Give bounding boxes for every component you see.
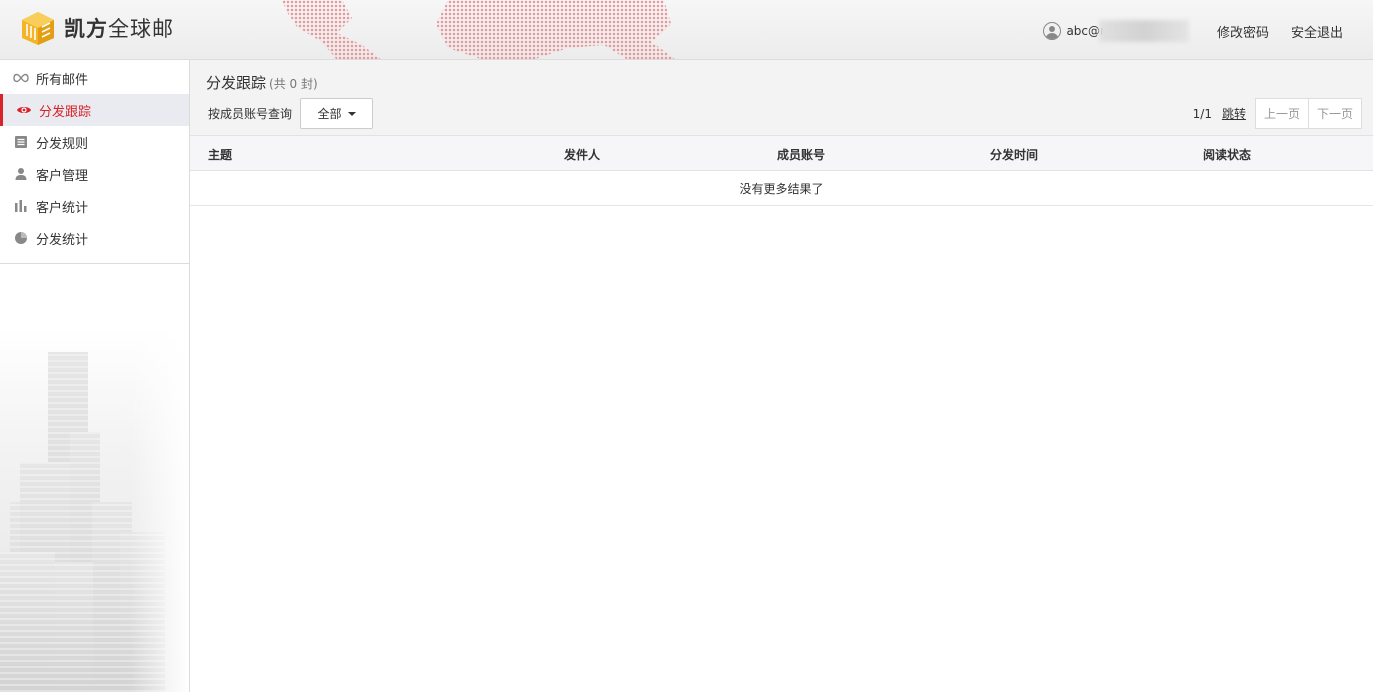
- column-header-dispatch-time[interactable]: 分发时间: [990, 146, 1038, 163]
- caret-down-icon: [347, 111, 356, 116]
- logout-link[interactable]: 安全退出: [1291, 22, 1343, 41]
- sidebar-item-customer-management[interactable]: 客户管理: [0, 158, 189, 190]
- sidebar: 所有邮件 分发跟踪 分发规则 客户管理 客户统计 分发统计: [0, 60, 190, 692]
- column-header-member-account[interactable]: 成员账号: [777, 146, 825, 163]
- user-icon: [13, 166, 29, 182]
- bar-chart-icon: [13, 198, 29, 214]
- prev-page-button[interactable]: 上一页: [1254, 98, 1309, 129]
- sidebar-item-label: 所有邮件: [36, 72, 89, 88]
- sidebar-menu: 所有邮件 分发跟踪 分发规则 客户管理 客户统计 分发统计: [0, 60, 189, 264]
- city-skyline-background: [0, 262, 189, 692]
- mail-count: (共 0 封): [269, 77, 318, 91]
- main-panel: 分发跟踪 (共 0 封) 按成员账号查询 全部 1/1 跳转 上一页 下一页 主题…: [190, 60, 1373, 692]
- pie-chart-icon: [13, 230, 29, 246]
- logo[interactable]: 凯方全球邮: [20, 10, 174, 46]
- user-avatar-icon: [1043, 22, 1062, 40]
- list-icon: [13, 134, 29, 150]
- sidebar-item-dispatch-rules[interactable]: 分发规则: [0, 126, 189, 158]
- filter-label: 按成员账号查询: [208, 107, 293, 121]
- sidebar-item-all-mail[interactable]: 所有邮件: [0, 62, 189, 94]
- column-header-subject[interactable]: 主题: [208, 146, 232, 163]
- pagination: 1/1 跳转 上一页 下一页: [1193, 98, 1362, 129]
- sidebar-item-label: 客户统计: [36, 200, 89, 216]
- logo-cube-icon: [20, 10, 56, 46]
- top-header: 凯方全球邮 abc@r 修改密码 安全退出: [0, 0, 1373, 60]
- change-password-link[interactable]: 修改密码: [1217, 22, 1269, 41]
- user-area: abc@r 修改密码 安全退出: [1043, 20, 1373, 42]
- sidebar-item-dispatch-tracking[interactable]: 分发跟踪: [0, 94, 189, 126]
- column-header-sender[interactable]: 发件人: [564, 146, 600, 163]
- world-map-decoration: [282, 0, 382, 59]
- page-title: 分发跟踪 (共 0 封): [206, 74, 318, 92]
- jump-link[interactable]: 跳转: [1222, 105, 1246, 122]
- redacted-email-blur: [1098, 20, 1189, 42]
- sidebar-item-label: 分发规则: [36, 136, 89, 152]
- empty-result-text: 没有更多结果了: [739, 181, 824, 196]
- sidebar-item-label: 分发跟踪: [39, 104, 92, 120]
- table-header: 主题 发件人 成员账号 分发时间 阅读状态: [190, 136, 1373, 171]
- member-account-select-value: 全部: [317, 107, 342, 121]
- next-page-button[interactable]: 下一页: [1308, 98, 1362, 129]
- eye-icon: [16, 102, 32, 118]
- infinity-icon: [13, 70, 29, 86]
- toolbar: 分发跟踪 (共 0 封) 按成员账号查询 全部 1/1 跳转 上一页 下一页: [190, 60, 1373, 136]
- world-map-decoration: [436, 0, 676, 59]
- empty-result-row: 没有更多结果了: [190, 171, 1373, 206]
- sidebar-item-dispatch-stats[interactable]: 分发统计: [0, 222, 189, 254]
- sidebar-item-label: 客户管理: [36, 168, 89, 184]
- sidebar-item-customer-stats[interactable]: 客户统计: [0, 190, 189, 222]
- sidebar-item-label: 分发统计: [36, 232, 89, 248]
- page-indicator: 1/1: [1192, 106, 1212, 121]
- logo-text: 凯方全球邮: [64, 17, 174, 41]
- member-account-select[interactable]: 全部: [300, 98, 373, 129]
- column-header-read-status[interactable]: 阅读状态: [1203, 146, 1251, 163]
